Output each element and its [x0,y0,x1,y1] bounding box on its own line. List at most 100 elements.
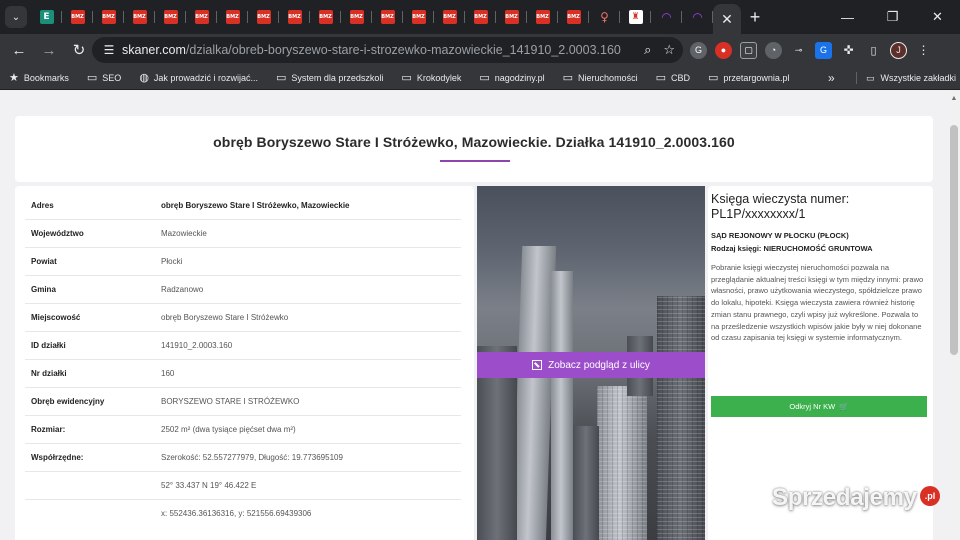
star-icon: ★ [9,72,19,84]
building-windows [657,296,705,540]
title-underline [440,160,510,162]
tab-favicon-icon: BMZ [101,10,116,24]
row-value: 52° 33.437 N 19° 46.422 E [161,481,257,490]
tab[interactable]: E [31,0,62,34]
page-title: obręb Boryszewo Stare I Stróżewko, Mazow… [213,134,735,150]
bookmark-item[interactable]: ▭ System dla przedszkoli [267,66,392,90]
arrow-right-icon: → [41,41,57,59]
forward-button[interactable]: → [34,35,64,65]
bookmark-item[interactable]: ◍ Jak prowadzić i rozwijać... [130,66,267,90]
folder-icon: ▭ [562,72,574,84]
extension-red-icon[interactable]: ● [715,41,732,59]
bookmark-item[interactable]: ▭ SEO [78,66,130,90]
folder-icon: ▭ [479,72,490,84]
tab-search-icon[interactable]: ▯ [865,42,882,59]
reveal-kw-button[interactable]: Odkryj Nr KW 🛒 [711,396,927,417]
bookmark-item[interactable]: ▭ CBD [647,66,699,90]
url-domain: skaner.com [122,43,186,57]
all-bookmarks-button[interactable]: ▭ Wszystkie zakładki [855,66,956,90]
more-bookmarks-button[interactable]: » [828,66,835,90]
tab[interactable]: ◠ [682,0,713,34]
wifi-favicon-icon: ◠ [661,10,672,24]
extension-square-icon[interactable]: ▢ [740,41,757,59]
tab[interactable]: BMZ [248,0,279,34]
extension-gauge-icon[interactable]: ◔ [765,41,782,59]
bookmark-item[interactable]: ★ Bookmarks [0,66,78,90]
tab[interactable]: ♜ [620,0,651,34]
arrow-left-icon: ← [11,41,27,59]
row-key: Województwo [31,229,84,238]
minimize-icon[interactable]: — [825,0,870,34]
building [573,426,599,540]
close-window-icon[interactable]: ✕ [915,0,960,34]
registry-type-label: Rodzaj księgi: [711,244,762,253]
profile-avatar[interactable]: J [890,41,907,59]
extension-translate-icon[interactable]: G [815,41,832,59]
bookmark-item[interactable]: ▭ Krokodylek [392,66,470,90]
tab[interactable]: BMZ [62,0,93,34]
extension-google-icon[interactable]: G [690,41,707,59]
active-tab-close-button[interactable]: ✕ [713,4,741,34]
registry-type: Rodzaj księgi: NIERUCHOMOŚĆ GRUNTOWA [711,244,873,253]
reload-button[interactable]: ↻ [64,35,94,65]
address-bar[interactable]: ☰ skaner.com/dzialka/obreb-boryszewo-sta… [92,37,683,63]
tab[interactable]: BMZ [527,0,558,34]
menu-kebab-icon[interactable]: ⋮ [915,42,932,59]
tab[interactable]: ◠ [651,0,682,34]
tab-favicon-icon: E [39,10,54,24]
folder-icon: ▭ [275,72,287,84]
row-value: 141910_2.0003.160 [161,341,233,350]
tab[interactable]: BMZ [217,0,248,34]
back-button[interactable]: ← [4,35,34,65]
row-value: x: 552436.36136316, y: 521556.69439306 [161,509,312,518]
cart-icon: 🛒 [839,402,849,411]
bookmark-item[interactable]: ▭ nagodziny.pl [470,66,553,90]
row-value: BORYSZEWO STARE I STRÓŻEWKO [161,397,300,406]
bookmark-star-icon[interactable]: ☆ [663,42,675,58]
row-key: Współrzędne: [31,453,84,462]
tab-search-button[interactable]: ⌄ [5,6,27,28]
url-text[interactable]: skaner.com/dzialka/obreb-boryszewo-stare… [122,43,621,57]
street-view-button[interactable]: Zobacz podgląd z ulicy [477,352,705,378]
page-scrollbar[interactable]: ▲ [948,91,960,540]
tab-strip: ⌄ E BMZ BMZ BMZ BMZ BMZ BMZ BMZ BMZ BMZ … [0,0,960,34]
zoom-icon[interactable]: ⌕ [644,42,651,58]
new-tab-button[interactable]: + [741,7,769,28]
close-icon: ✕ [721,10,733,27]
tab[interactable]: BMZ [558,0,589,34]
row-value: Szerokość: 52.557277979, Długość: 19.773… [161,453,343,462]
watermark-text: Sprzedajemy [772,484,917,511]
tab[interactable]: BMZ [496,0,527,34]
extensions-puzzle-icon[interactable]: ✜ [840,42,857,59]
scroll-up-icon[interactable]: ▲ [948,95,960,105]
folder-icon: ▭ [866,72,875,83]
eagle-favicon-icon: ♜ [628,10,643,24]
tab[interactable]: ♀ [589,0,620,34]
tab-favicon-icon: BMZ [70,10,85,24]
tab[interactable]: BMZ [372,0,403,34]
tab[interactable]: BMZ [124,0,155,34]
tab[interactable]: BMZ [93,0,124,34]
tab[interactable]: BMZ [310,0,341,34]
tab[interactable]: BMZ [341,0,372,34]
row-value: Płocki [161,257,183,266]
table-row: Nr działki 160 [25,360,461,388]
tab[interactable]: BMZ [186,0,217,34]
tab[interactable]: BMZ [465,0,496,34]
bookmark-item[interactable]: ▭ Nieruchomości [554,66,647,90]
tab-favicon-icon: BMZ [504,10,519,24]
bookmark-item[interactable]: ▭ przetargownia.pl [699,66,798,90]
tab-favicon-icon: BMZ [163,10,178,24]
site-settings-icon[interactable]: ☰ [96,43,122,57]
registry-description: Pobranie księgi wieczystej nieruchomości… [711,263,924,343]
tab[interactable]: BMZ [155,0,186,34]
tab[interactable]: BMZ [279,0,310,34]
plus-icon: + [749,6,761,27]
restore-icon[interactable]: ❐ [870,0,915,34]
extension-link-icon[interactable]: ⊸ [790,42,807,59]
tower-building [551,271,573,540]
scroll-thumb[interactable] [950,125,958,355]
globe-icon: ◍ [139,72,149,84]
tab[interactable]: BMZ [403,0,434,34]
tab[interactable]: BMZ [434,0,465,34]
